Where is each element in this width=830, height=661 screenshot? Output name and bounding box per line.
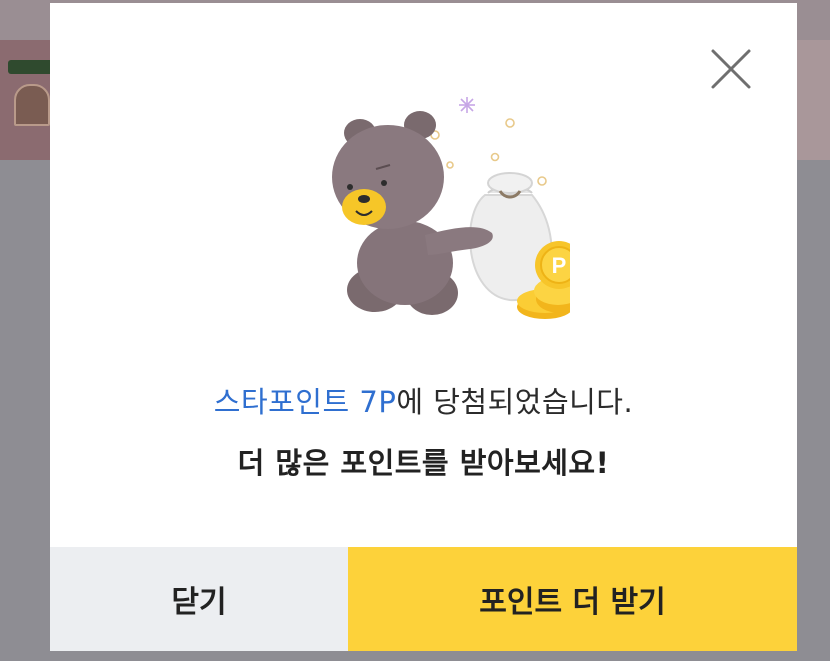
- close-button[interactable]: 닫기: [50, 547, 348, 651]
- coin-letter: P: [552, 253, 567, 278]
- background-awning: [8, 60, 50, 74]
- get-more-points-label: 포인트 더 받기: [479, 585, 666, 620]
- close-button-label: 닫기: [171, 585, 227, 620]
- modal-button-row: 닫기 포인트 더 받기: [50, 547, 797, 651]
- sparkle-icons: [430, 118, 547, 186]
- sparkle-purple-icon: [459, 97, 475, 113]
- bear-character-icon: [332, 111, 493, 315]
- reward-amount-highlight: 스타포인트 7P: [213, 385, 397, 419]
- reward-message-rest: 에 당첨되었습니다.: [396, 385, 634, 419]
- modal-close-button[interactable]: [709, 47, 753, 91]
- reward-modal: P 스타포인트 7P에 당첨되었습니다. 더 많은 포인트를 받아보세요! 닫기…: [50, 3, 797, 651]
- reward-sub-message: 더 많은 포인트를 받아보세요!: [237, 446, 610, 480]
- reward-message: 스타포인트 7P에 당첨되었습니다.: [50, 379, 797, 421]
- background-window: [14, 84, 50, 126]
- close-icon: [711, 49, 751, 89]
- bear-money-bag-illustration: P: [332, 97, 570, 319]
- background-right-edge: [797, 40, 830, 160]
- get-more-points-button[interactable]: 포인트 더 받기: [348, 547, 797, 651]
